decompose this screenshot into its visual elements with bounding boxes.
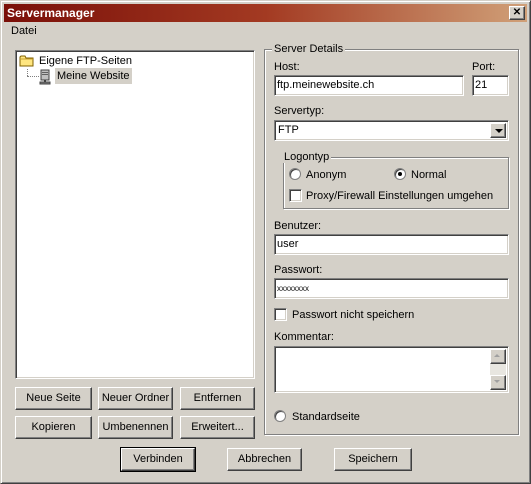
password-input[interactable]: xxxxxxxx (274, 278, 509, 299)
user-label: Benutzer: (274, 220, 322, 232)
menu-datei[interactable]: Datei (11, 25, 37, 37)
tree-item-my-website[interactable]: Meine Website (37, 68, 132, 85)
rename-button[interactable]: Umbenennen (98, 416, 173, 439)
dont-save-password-checkbox[interactable] (274, 308, 287, 321)
proxy-checkbox-label: Proxy/Firewall Einstellungen umgehen (306, 190, 494, 202)
scroll-down-icon (494, 380, 500, 383)
radio-normal[interactable] (394, 168, 406, 180)
save-button[interactable]: Speichern (334, 448, 412, 471)
remove-button[interactable]: Entfernen (180, 387, 255, 410)
radio-normal-label: Normal (411, 169, 447, 181)
user-input[interactable]: user (274, 234, 509, 255)
port-label: Port: (472, 61, 496, 73)
close-button[interactable]: ✕ (509, 6, 525, 20)
new-site-button[interactable]: Neue Seite (15, 387, 92, 410)
title-bar[interactable]: Servermanager ✕ (4, 4, 527, 22)
radio-anonymous[interactable] (289, 168, 301, 180)
menu-bar: Datei (4, 23, 527, 41)
server-icon (37, 69, 53, 85)
tree-item-own-ftp-sites[interactable]: Eigene FTP-Seiten (19, 53, 134, 69)
folder-icon (19, 54, 35, 68)
site-tree[interactable]: Eigene FTP-Seiten Meine Website (15, 50, 255, 379)
scroll-up-icon (494, 354, 500, 357)
scroll-down-button[interactable] (490, 375, 506, 390)
servertype-value: FTP (278, 124, 299, 136)
radio-default-site[interactable] (274, 410, 286, 422)
radio-anonymous-label: Anonym (306, 169, 347, 181)
comment-label: Kommentar: (274, 331, 334, 343)
dont-save-password-label: Passwort nicht speichern (292, 309, 415, 321)
server-details-legend: Server Details (272, 43, 346, 55)
scroll-up-button[interactable] (490, 349, 506, 364)
servertype-label: Servertyp: (274, 105, 325, 117)
new-folder-button[interactable]: Neuer Ordner (98, 387, 173, 410)
tree-item-label: Meine Website (55, 68, 132, 85)
window-title: Servermanager (7, 6, 95, 20)
advanced-button[interactable]: Erweitert... (180, 416, 255, 439)
logontype-legend: Logontyp (282, 151, 332, 163)
password-label: Passwort: (274, 264, 323, 276)
host-label: Host: (274, 61, 300, 73)
radio-selected-dot (398, 172, 402, 176)
cancel-button[interactable]: Abbrechen (227, 448, 302, 471)
port-input[interactable]: 21 (472, 75, 509, 96)
tree-connector (27, 69, 28, 76)
proxy-checkbox[interactable] (289, 189, 302, 202)
servertype-dropdown-button[interactable] (490, 123, 506, 138)
servermanager-window: Servermanager ✕ Datei Eigene FTP-Seiten (0, 0, 531, 484)
comment-scrollbar[interactable] (490, 349, 506, 390)
copy-button[interactable]: Kopieren (15, 416, 92, 439)
servertype-select[interactable]: FTP (274, 120, 509, 141)
comment-textarea[interactable] (274, 346, 509, 393)
connect-button[interactable]: Verbinden (120, 447, 196, 472)
host-input[interactable]: ftp.meinewebsite.ch (274, 75, 464, 96)
tree-item-label: Eigene FTP-Seiten (39, 55, 132, 68)
chevron-down-icon (495, 129, 503, 133)
default-site-label: Standardseite (292, 411, 360, 423)
close-icon: ✕ (512, 7, 522, 18)
